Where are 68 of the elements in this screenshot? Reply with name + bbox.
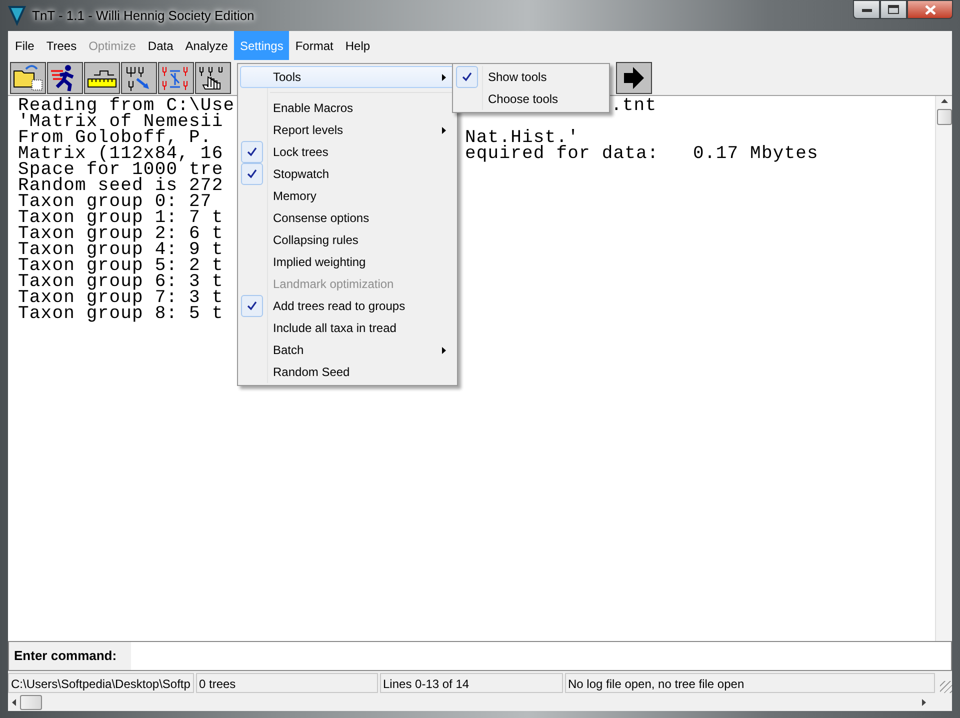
output-text: Taxon group 5: 2 t (18, 258, 224, 274)
toolbar-button[interactable] (47, 62, 83, 94)
minimize-button[interactable] (853, 0, 880, 19)
output-text: Taxon group 1: 7 t (18, 210, 224, 226)
menu-item[interactable]: Data (142, 31, 180, 60)
menu-item[interactable]: Tools (240, 66, 455, 88)
menu-item[interactable]: Random Seed (240, 361, 455, 383)
status-panel: 0 trees (196, 673, 378, 693)
toolbar-button[interactable] (616, 62, 652, 94)
output-text: equired for data: 0.17 Mbytes (465, 146, 818, 162)
maximize-icon (888, 5, 899, 14)
output-text: Nat.Hist.' (465, 130, 580, 146)
menu-item[interactable]: Implied weighting (240, 251, 455, 273)
window-title: TnT - 1.1 - Willi Hennig Society Edition (32, 6, 254, 25)
status-panel: C:\Users\Softpedia\Desktop\Softp (8, 673, 194, 693)
scroll-right-icon[interactable] (922, 698, 926, 706)
menu-item[interactable]: Stopwatch (240, 163, 455, 185)
output-text: Taxon group 2: 6 t (18, 226, 224, 242)
maximize-button[interactable] (880, 0, 907, 19)
toolbar-button[interactable] (195, 62, 231, 94)
output-text: From Goloboff, P. (18, 130, 212, 146)
output-text: Taxon group 0: 27 (18, 194, 213, 210)
menu-item[interactable]: Memory (240, 185, 455, 207)
close-icon (924, 4, 936, 14)
menu-item[interactable]: Lock trees (240, 141, 455, 163)
menu-item[interactable]: Choose tools (455, 88, 607, 110)
scroll-thumb[interactable] (20, 694, 42, 710)
output-text: Space for 1000 tre (18, 162, 224, 178)
menu-item[interactable]: Report levels (240, 119, 455, 141)
minimize-icon (862, 8, 872, 12)
submenu-arrow-icon (442, 74, 446, 81)
menu-item[interactable]: Format (289, 31, 340, 60)
app-logo-icon (8, 6, 26, 26)
output-text: Random seed is 272 (18, 178, 224, 194)
menu-item[interactable]: Help (339, 31, 376, 60)
menu-item[interactable]: Analyze (179, 31, 234, 60)
menu-item[interactable]: Enable Macros (240, 97, 455, 119)
output-text: Reading from C:\Use (18, 98, 233, 114)
submenu-arrow-icon (442, 347, 446, 354)
toolbar-button[interactable] (121, 62, 157, 94)
scroll-thumb[interactable] (936, 109, 952, 125)
submenu-arrow-icon (442, 127, 446, 134)
arrow-right-icon (623, 66, 645, 90)
scroll-left-icon[interactable] (12, 698, 16, 706)
vertical-scrollbar[interactable] (935, 96, 952, 641)
status-panel: Lines 0-13 of 14 (380, 673, 563, 693)
output-text: Taxon group 4: 9 t (18, 242, 224, 258)
menu-item[interactable]: Trees (40, 31, 83, 60)
output-text: .tnt (611, 98, 657, 114)
menu-item[interactable]: Show tools (455, 66, 607, 88)
close-button[interactable] (907, 0, 953, 19)
output-text: Matrix (112x84, 16 (18, 146, 224, 162)
toolbar-button[interactable] (10, 62, 46, 94)
menu-item[interactable]: Collapsing rules (240, 229, 455, 251)
output-text: Taxon group 8: 5 t (18, 306, 224, 322)
folder-icon (12, 63, 44, 93)
menu-item[interactable]: Consense options (240, 207, 455, 229)
menu-item[interactable]: Add trees read to groups (240, 295, 455, 317)
toolbar-button[interactable] (84, 62, 120, 94)
menu-item[interactable]: Batch (240, 339, 455, 361)
menu-item[interactable]: Include all taxa in tread (240, 317, 455, 339)
output-text: Taxon group 7: 3 t (18, 290, 224, 306)
status-panel: No log file open, no tree file open (565, 673, 935, 693)
resize-grip-icon[interactable] (940, 681, 952, 693)
menu-item[interactable]: File (9, 31, 40, 60)
scroll-up-icon[interactable] (940, 99, 948, 103)
output-text: Taxon group 6: 3 t (18, 274, 224, 290)
output-text: 'Matrix of Nemesii (18, 114, 224, 130)
